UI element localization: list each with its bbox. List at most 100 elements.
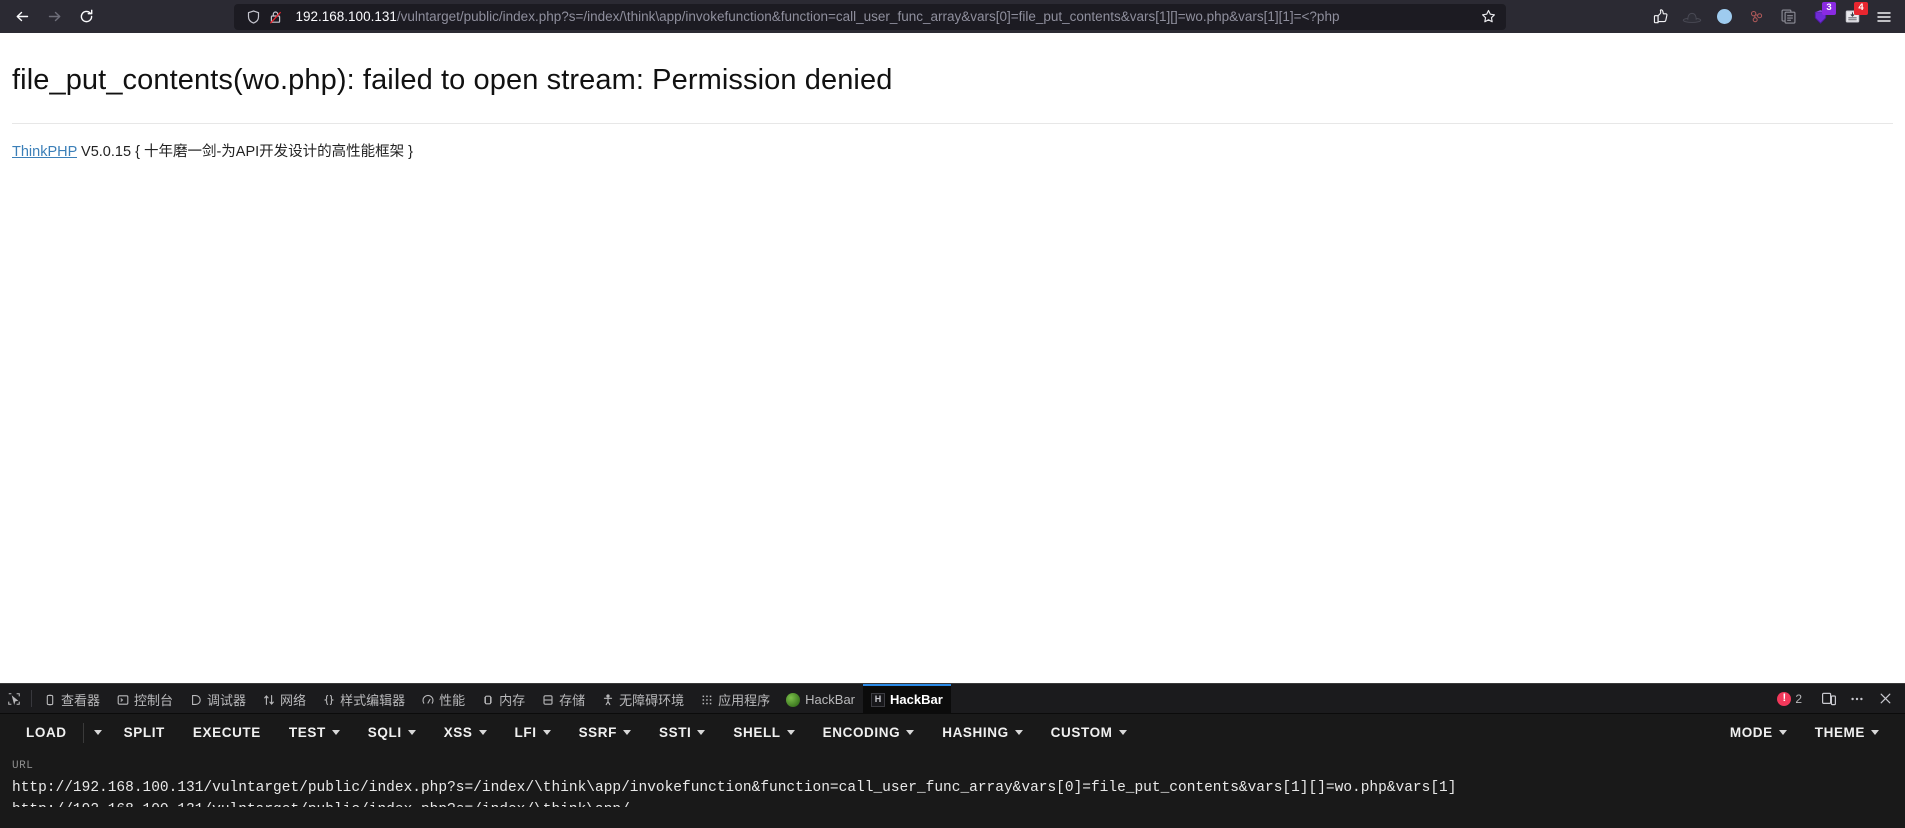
thinkphp-link[interactable]: ThinkPHP	[12, 144, 77, 160]
button-label: TEST	[288, 725, 326, 740]
performance-icon	[421, 693, 434, 706]
chevron-down-icon	[697, 730, 706, 735]
devtools-tabbar: 查看器 控制台 调试器 网络 样式编辑器 性能 内存 存储 无障碍环境 应用程序…	[0, 684, 1905, 714]
toolbar-divider	[82, 722, 84, 743]
url-field-label: URL	[12, 760, 34, 772]
tab-network[interactable]: 网络	[254, 684, 314, 713]
back-button[interactable]	[6, 3, 38, 31]
tab-label: 存储	[559, 693, 586, 708]
tab-debugger[interactable]: 调试器	[181, 684, 254, 713]
close-icon[interactable]	[1873, 688, 1897, 710]
responsive-design-mode-icon[interactable]	[1817, 688, 1841, 710]
hackbar-theme-menu[interactable]: THEME	[1801, 720, 1893, 746]
button-label: LOAD	[26, 725, 67, 740]
hackbar-custom-menu[interactable]: CUSTOM	[1037, 720, 1141, 746]
button-label: ENCODING	[822, 725, 901, 740]
reload-button[interactable]	[70, 3, 102, 31]
url-text[interactable]: 192.168.100.131/vulntarget/public/index.…	[296, 4, 1476, 30]
chevron-down-icon	[906, 730, 915, 735]
page-title: file_put_contents(wo.php): failed to ope…	[12, 64, 893, 96]
tab-hackbar[interactable]: H HackBar	[863, 684, 951, 713]
tab-label: 内存	[499, 693, 526, 708]
hackbar-body: URL http://192.168.100.131/vulntarget/pu…	[0, 752, 1905, 807]
forward-button[interactable]	[38, 3, 70, 31]
framework-footer: ThinkPHP V5.0.15 { 十年磨一剑-为API开发设计的高性能框架 …	[12, 124, 1893, 161]
hackbar-xss-menu[interactable]: XSS	[430, 720, 501, 746]
button-label: LFI	[514, 725, 537, 740]
framework-slogan: { 十年磨一剑-为API开发设计的高性能框架 }	[135, 144, 414, 160]
tab-accessibility[interactable]: 无障碍环境	[593, 684, 692, 713]
chevron-down-icon	[1118, 730, 1127, 735]
storage-icon	[541, 693, 554, 706]
address-bar[interactable]: 192.168.100.131/vulntarget/public/index.…	[233, 3, 1506, 30]
hackbar-sqli-menu[interactable]: SQLI	[354, 720, 430, 746]
hackbar-split-button[interactable]: SPLIT	[110, 720, 179, 746]
chevron-down-icon	[331, 730, 340, 735]
tabbar-spacer	[951, 684, 1778, 713]
error-icon: !	[1777, 691, 1792, 706]
hackbar-load-button[interactable]: LOAD	[12, 720, 81, 746]
download-icon[interactable]: 3	[1805, 1, 1836, 31]
chevron-down-icon	[786, 730, 795, 735]
molecule-icon[interactable]	[1741, 3, 1771, 31]
tab-memory[interactable]: 内存	[473, 684, 533, 713]
inbox-icon[interactable]: 4	[1837, 1, 1868, 31]
hackbar-shell-menu[interactable]: SHELL	[719, 720, 808, 746]
tab-console[interactable]: 控制台	[108, 684, 181, 713]
tab-storage[interactable]: 存储	[533, 684, 593, 713]
tab-label: 控制台	[134, 693, 174, 708]
more-options-icon[interactable]	[1845, 688, 1869, 710]
chevron-down-icon	[542, 730, 551, 735]
blue-circle-icon[interactable]	[1709, 3, 1739, 31]
thumb-hand-icon[interactable]	[1645, 3, 1675, 31]
hackbar-h-icon: H	[871, 692, 886, 707]
button-label: MODE	[1729, 725, 1773, 740]
tab-style-editor[interactable]: 样式编辑器	[314, 684, 413, 713]
tab-application[interactable]: 应用程序	[692, 684, 778, 713]
browser-toolbar: 192.168.100.131/vulntarget/public/index.…	[0, 0, 1905, 33]
hackbar-ssti-menu[interactable]: SSTI	[645, 720, 719, 746]
copy-pages-icon[interactable]	[1773, 3, 1803, 31]
inbox-badge: 4	[1854, 1, 1868, 15]
tab-label: 查看器	[61, 693, 101, 708]
url-path: /vulntarget/public/index.php?s=/index/\t…	[396, 8, 1340, 24]
error-count: 2	[1795, 691, 1802, 706]
tab-label: 调试器	[207, 693, 247, 708]
tab-inspector[interactable]: 查看器	[35, 684, 108, 713]
tab-hackbar-firefox[interactable]: HackBar	[778, 684, 863, 713]
tab-label: 样式编辑器	[340, 693, 406, 708]
firefox-green-icon	[786, 692, 801, 707]
style-editor-icon	[322, 693, 335, 706]
tab-label: HackBar	[805, 692, 856, 707]
url-input[interactable]: http://192.168.100.131/vulntarget/public…	[12, 777, 1893, 807]
tab-label: 无障碍环境	[619, 693, 685, 708]
tab-label: 应用程序	[718, 693, 771, 708]
debugger-icon	[189, 693, 202, 706]
element-picker-icon[interactable]	[0, 684, 28, 713]
accessibility-icon	[601, 693, 614, 706]
hackbar-encoding-menu[interactable]: ENCODING	[809, 720, 929, 746]
extensions-area: 3 4	[1637, 1, 1899, 31]
hackbar-ssrf-menu[interactable]: SSRF	[565, 720, 645, 746]
memory-icon	[481, 693, 494, 706]
error-counter[interactable]: ! 2	[1777, 691, 1802, 706]
button-label: SHELL	[733, 725, 781, 740]
hackbar-test-menu[interactable]: TEST	[275, 720, 354, 746]
button-label: HASHING	[942, 725, 1009, 740]
tab-performance[interactable]: 性能	[413, 684, 473, 713]
hackbar-mode-menu[interactable]: MODE	[1716, 720, 1801, 746]
hackbar-hashing-menu[interactable]: HASHING	[928, 720, 1036, 746]
hackbar-lfi-menu[interactable]: LFI	[501, 720, 565, 746]
hackbar-panel: LOAD SPLIT EXECUTE TEST SQLI XSS LFI SSR…	[0, 714, 1905, 828]
black-hat-icon[interactable]	[1677, 3, 1707, 31]
button-label: SQLI	[367, 725, 402, 740]
hackbar-execute-button[interactable]: EXECUTE	[179, 720, 275, 746]
shield-icon[interactable]	[244, 7, 264, 27]
devtools-panel: 查看器 控制台 调试器 网络 样式编辑器 性能 内存 存储 无障碍环境 应用程序…	[0, 683, 1905, 828]
tab-label: 性能	[439, 693, 466, 708]
hamburger-menu-icon[interactable]	[1869, 3, 1899, 31]
url-host: 192.168.100.131	[295, 8, 397, 24]
star-icon[interactable]	[1478, 6, 1500, 28]
lock-broken-icon[interactable]	[266, 7, 286, 27]
hackbar-load-dropdown[interactable]	[86, 720, 110, 746]
